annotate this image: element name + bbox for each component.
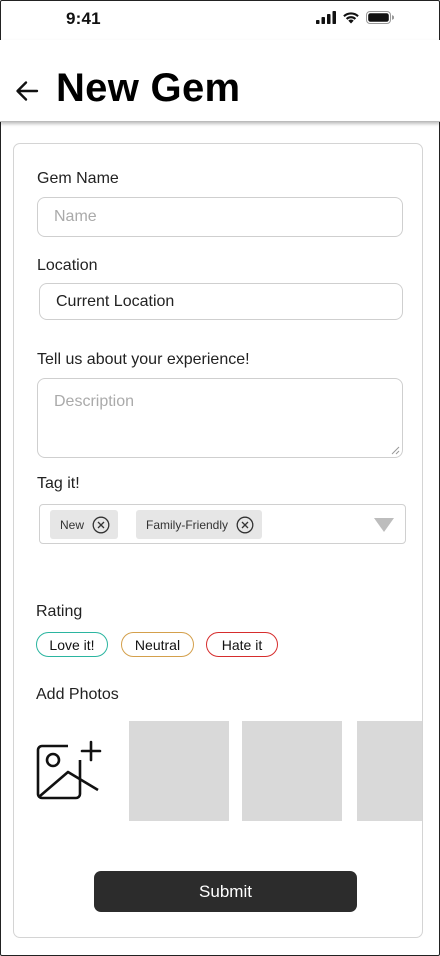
dropdown-caret-icon[interactable] xyxy=(374,518,394,532)
resize-grip-icon[interactable] xyxy=(390,445,400,455)
back-arrow-icon[interactable] xyxy=(14,79,40,103)
tag-select[interactable]: New Family-Friendly xyxy=(39,504,406,544)
photo-slot[interactable] xyxy=(242,721,342,821)
gem-name-label: Gem Name xyxy=(37,170,119,187)
tag-chip: Family-Friendly xyxy=(136,510,263,539)
location-label: Location xyxy=(37,257,98,274)
remove-tag-icon[interactable] xyxy=(236,516,254,534)
photo-slot[interactable] xyxy=(129,721,229,821)
status-time: 9:41 xyxy=(66,9,101,28)
add-photo-icon[interactable] xyxy=(36,738,104,802)
photos-label: Add Photos xyxy=(36,686,119,703)
tag-chip-label: New xyxy=(60,517,85,532)
rating-label: Rating xyxy=(36,603,83,620)
experience-label: Tell us about your experience! xyxy=(37,351,250,368)
header-bar: New Gem xyxy=(0,40,440,122)
gem-name-input[interactable] xyxy=(37,197,403,237)
wifi-icon xyxy=(343,12,359,24)
battery-icon xyxy=(366,11,394,24)
status-icons xyxy=(316,11,394,24)
description-textarea[interactable] xyxy=(37,378,403,458)
rating-neutral-button[interactable]: Neutral xyxy=(121,632,194,657)
tags-label: Tag it! xyxy=(37,475,80,492)
location-input[interactable] xyxy=(39,283,403,320)
signal-icon xyxy=(316,11,336,24)
remove-tag-icon[interactable] xyxy=(92,516,110,534)
tag-chip: New xyxy=(50,510,119,539)
rating-hate-it-button[interactable]: Hate it xyxy=(206,632,278,657)
rating-love-it-button[interactable]: Love it! xyxy=(36,632,108,657)
submit-button[interactable]: Submit xyxy=(94,871,357,912)
page-title: New Gem xyxy=(56,66,241,110)
photo-slot[interactable] xyxy=(357,721,422,821)
tag-chip-label: Family-Friendly xyxy=(146,517,229,532)
status-bar: 9:41 xyxy=(0,0,440,40)
